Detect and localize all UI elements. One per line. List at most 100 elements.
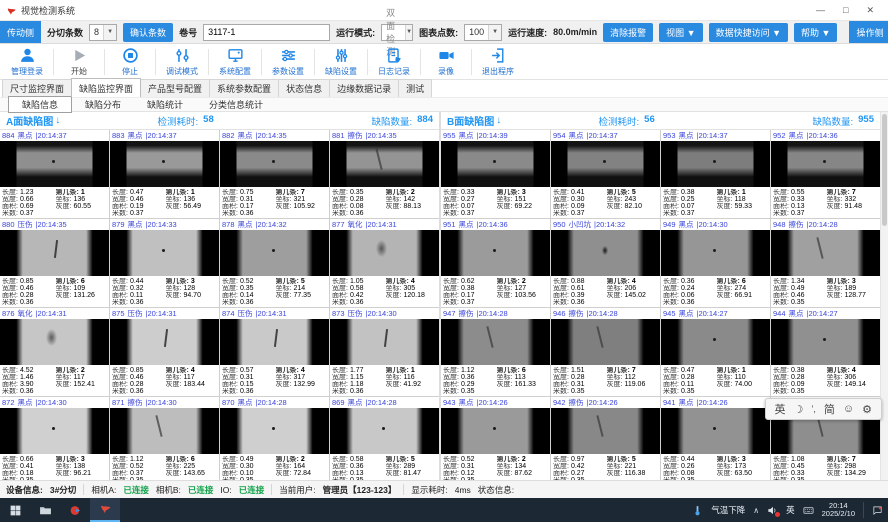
- tab-2[interactable]: 产品型号配置: [140, 79, 210, 97]
- defect-image[interactable]: [551, 319, 660, 365]
- scrollbar-thumb[interactable]: [882, 114, 887, 226]
- ime-moon-icon[interactable]: ☽: [794, 403, 804, 416]
- defect-image[interactable]: [110, 230, 219, 276]
- subtab-3[interactable]: 分类信息统计: [196, 97, 276, 112]
- defect-cell[interactable]: 943黑点|20:14:26长度:0.52宽度:0.31面积:0.12米数:0.…: [441, 397, 550, 480]
- defect-cell[interactable]: 876氧化|20:14:31长度:4.52宽度:1.46面积:3.90米数:0.…: [0, 308, 109, 396]
- drive-side-button[interactable]: 传动侧: [0, 21, 41, 43]
- file-explorer-icon[interactable]: [30, 498, 60, 522]
- ime-settings-gear-icon[interactable]: ⚙: [862, 403, 872, 416]
- view-menu-button[interactable]: 视图 ▼: [659, 23, 702, 42]
- defect-cell[interactable]: 881擦伤|20:14:35长度:0.35宽度:0.28面积:0.08米数:0.…: [330, 130, 439, 218]
- defect-cell[interactable]: 954黑点|20:14:37长度:0.41宽度:0.30面积:0.09米数:0.…: [551, 130, 660, 218]
- vertical-scrollbar[interactable]: [880, 112, 888, 480]
- subtab-1[interactable]: 缺陷分布: [72, 97, 134, 112]
- toolbar-button-params[interactable]: 参数设置: [265, 47, 311, 77]
- toolbar-button-sysconfig[interactable]: 系统配置: [212, 47, 258, 77]
- defect-image[interactable]: [661, 230, 770, 276]
- keyboard-icon[interactable]: [803, 505, 814, 516]
- close-button[interactable]: ✕: [866, 5, 874, 16]
- defect-image[interactable]: [220, 319, 329, 365]
- defect-cell[interactable]: 871擦伤|20:14:30长度:1.12宽度:0.52面积:0.37米数:0.…: [110, 397, 219, 480]
- roll-number-input[interactable]: [203, 24, 330, 41]
- tab-6[interactable]: 测试: [398, 79, 432, 97]
- defect-image[interactable]: [220, 141, 329, 187]
- hidden-icons-chevron[interactable]: ∧: [753, 506, 759, 515]
- defect-image[interactable]: [441, 408, 550, 454]
- defect-cell[interactable]: 941黑点|20:14:26长度:0.44宽度:0.26面积:0.08米数:0.…: [661, 397, 770, 480]
- ime-language-toggle[interactable]: 英: [775, 401, 786, 417]
- defect-cell[interactable]: 884黑点|20:14:37长度:1.23宽度:0.66面积:0.69米数:0.…: [0, 130, 109, 218]
- toolbar-button-login[interactable]: 管理登录: [4, 47, 50, 77]
- minimize-button[interactable]: —: [816, 5, 825, 16]
- defect-cell[interactable]: 945黑点|20:14:27长度:0.47宽度:0.28面积:0.11米数:0.…: [661, 308, 770, 396]
- inspection-app-taskbar-icon[interactable]: [90, 498, 120, 522]
- defect-cell[interactable]: 878黑点|20:14:32长度:0.52宽度:0.35面积:0.14米数:0.…: [220, 219, 329, 307]
- ime-emoji-button[interactable]: ☺: [843, 403, 854, 415]
- defect-image[interactable]: [771, 141, 880, 187]
- tab-3[interactable]: 系统参数配置: [209, 79, 279, 97]
- defect-cell[interactable]: 948擦伤|20:14:28长度:1.34宽度:0.49面积:0.46米数:0.…: [771, 219, 880, 307]
- panel-a-title[interactable]: A面缺陷图 ↓: [6, 113, 158, 128]
- defect-image[interactable]: [110, 141, 219, 187]
- defect-image[interactable]: [661, 319, 770, 365]
- operator-side-button[interactable]: 操作侧: [849, 21, 888, 43]
- defect-image[interactable]: [771, 319, 880, 365]
- defect-cell[interactable]: 942擦伤|20:14:26长度:0.97宽度:0.42面积:0.27米数:0.…: [551, 397, 660, 480]
- defect-cell[interactable]: 949黑点|20:14:30长度:0.36宽度:0.24面积:0.06米数:0.…: [661, 219, 770, 307]
- chart-points-select[interactable]: 100 ▼: [464, 24, 502, 41]
- defect-image[interactable]: [330, 408, 439, 454]
- defect-cell[interactable]: 872黑点|20:14:30长度:0.66宽度:0.41面积:0.18米数:0.…: [0, 397, 109, 480]
- ime-simplified-toggle[interactable]: 简: [824, 401, 835, 417]
- toolbar-button-log[interactable]: 日志记录: [371, 47, 417, 77]
- defect-cell[interactable]: 875压伤|20:14:31长度:0.85宽度:0.46面积:0.28米数:0.…: [110, 308, 219, 396]
- run-mode-select[interactable]: 双面检测 ▼: [381, 24, 413, 41]
- clear-alarm-button[interactable]: 清除报警: [603, 23, 653, 42]
- defect-cell[interactable]: 946擦伤|20:14:28长度:1.51宽度:0.28面积:0.31米数:0.…: [551, 308, 660, 396]
- defect-cell[interactable]: 880压伤|20:14:35长度:0.85宽度:0.46面积:0.28米数:0.…: [0, 219, 109, 307]
- tab-0[interactable]: 尺寸监控界面: [2, 79, 72, 97]
- tab-4[interactable]: 状态信息: [278, 79, 330, 97]
- remote-app-icon[interactable]: [60, 498, 90, 522]
- defect-image[interactable]: [110, 408, 219, 454]
- defect-cell[interactable]: 944黑点|20:14:27长度:0.38宽度:0.28面积:0.09米数:0.…: [771, 308, 880, 396]
- defect-image[interactable]: [220, 408, 329, 454]
- slit-count-select[interactable]: 8 ▼: [89, 24, 117, 41]
- defect-image[interactable]: [441, 230, 550, 276]
- defect-cell[interactable]: 947擦伤|20:14:28长度:1.12宽度:0.36面积:0.29米数:0.…: [441, 308, 550, 396]
- subtab-2[interactable]: 缺陷统计: [134, 97, 196, 112]
- defect-image[interactable]: [771, 230, 880, 276]
- defect-image[interactable]: [661, 408, 770, 454]
- subtab-0[interactable]: 缺陷信息: [8, 96, 72, 113]
- weather-text[interactable]: 气温下降: [711, 504, 745, 516]
- ime-punctuation-toggle[interactable]: ’,: [811, 404, 816, 414]
- defect-cell[interactable]: 953黑点|20:14:37长度:0.38宽度:0.25面积:0.07米数:0.…: [661, 130, 770, 218]
- maximize-button[interactable]: □: [843, 5, 848, 16]
- defect-cell[interactable]: 869黑点|20:14:28长度:0.58宽度:0.36面积:0.13米数:0.…: [330, 397, 439, 480]
- toolbar-button-debug[interactable]: 调试模式: [159, 47, 205, 77]
- defect-image[interactable]: [0, 319, 109, 365]
- defect-image[interactable]: [330, 230, 439, 276]
- data-quick-access-menu-button[interactable]: 数据快捷访问 ▼: [709, 23, 788, 42]
- defect-image[interactable]: [330, 141, 439, 187]
- defect-cell[interactable]: 952黑点|20:14:36长度:0.55宽度:0.33面积:0.13米数:0.…: [771, 130, 880, 218]
- defect-image[interactable]: [330, 319, 439, 365]
- toolbar-button-defectset[interactable]: 缺陷设置: [318, 47, 364, 77]
- defect-cell[interactable]: 883黑点|20:14:37长度:0.47宽度:0.46面积:0.19米数:0.…: [110, 130, 219, 218]
- defect-image[interactable]: [0, 141, 109, 187]
- defect-image[interactable]: [661, 141, 770, 187]
- defect-image[interactable]: [551, 141, 660, 187]
- defect-cell[interactable]: 873压伤|20:14:30长度:1.77宽度:1.15面积:1.18米数:0.…: [330, 308, 439, 396]
- defect-cell[interactable]: 877氧化|20:14:31长度:1.05宽度:0.58面积:0.42米数:0.…: [330, 219, 439, 307]
- panel-b-title[interactable]: B面缺陷图 ↓: [447, 113, 599, 128]
- defect-cell[interactable]: 950小凹坑|20:14:32长度:0.88宽度:0.61面积:0.39米数:0…: [551, 219, 660, 307]
- defect-cell[interactable]: 955黑点|20:14:39长度:0.33宽度:0.27面积:0.07米数:0.…: [441, 130, 550, 218]
- defect-image[interactable]: [110, 319, 219, 365]
- tab-5[interactable]: 边缘数据记录: [329, 79, 399, 97]
- confirm-count-button[interactable]: 确认条数: [123, 23, 173, 42]
- defect-image[interactable]: [551, 230, 660, 276]
- toolbar-button-exit[interactable]: 退出程序: [475, 47, 521, 77]
- start-button[interactable]: [0, 498, 30, 522]
- tab-1[interactable]: 缺陷监控界面: [71, 78, 141, 97]
- defect-image[interactable]: [220, 230, 329, 276]
